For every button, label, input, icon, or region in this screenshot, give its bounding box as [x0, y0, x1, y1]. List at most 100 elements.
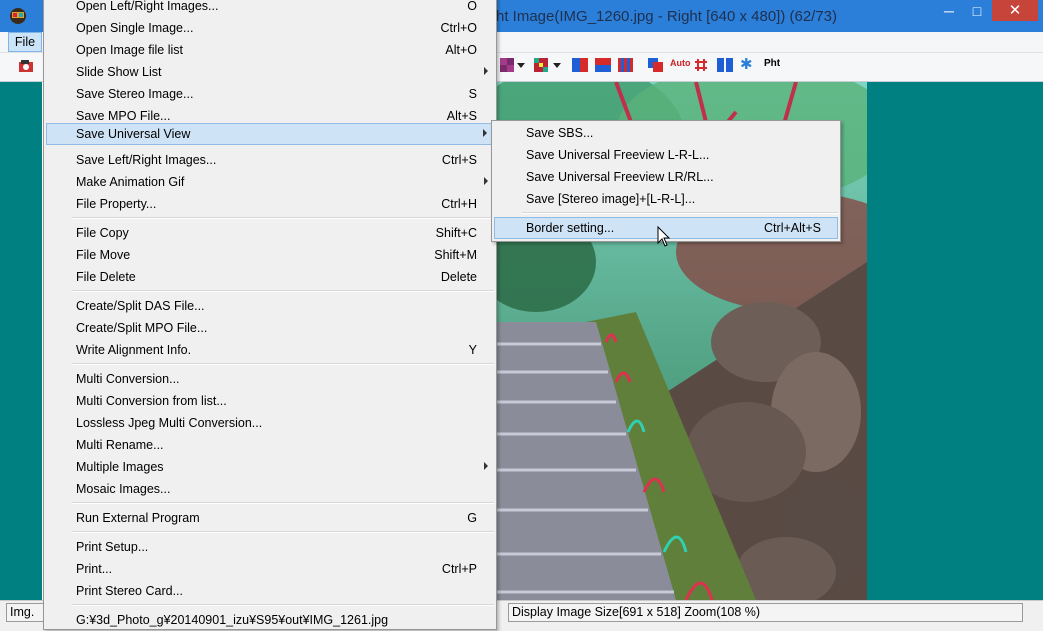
menu-item-print[interactable]: Print... Ctrl+P — [46, 558, 494, 580]
menu-item-label: Mosaic Images... — [76, 482, 171, 496]
menu-item-label: Save MPO File... — [76, 109, 171, 123]
save-universal-view-submenu: Save SBS... Save Universal Freeview L-R-… — [491, 120, 841, 242]
menu-item-label: Multiple Images — [76, 460, 164, 474]
menu-separator — [72, 363, 494, 365]
menu-item-make-animation-gif[interactable]: Make Animation Gif — [46, 171, 494, 193]
menu-item-label: File Move — [76, 248, 131, 262]
menu-item-multi-conversion[interactable]: Multi Conversion... — [46, 368, 494, 390]
status-display-size: Display Image Size[691 x 518] Zoom(108 %… — [508, 603, 1023, 622]
menu-item-recent-file[interactable]: G:¥3d_Photo_g¥20140901_izu¥S95¥out¥IMG_1… — [46, 609, 494, 631]
menu-item-label: Multi Rename... — [76, 438, 164, 452]
app-icon[interactable] — [8, 6, 28, 26]
menu-separator — [72, 290, 494, 292]
split-icon[interactable] — [717, 58, 733, 74]
grid-icon[interactable] — [694, 58, 710, 74]
menu-item-label: Make Animation Gif — [76, 175, 185, 189]
menu-item-file-delete[interactable]: File Delete Delete — [46, 266, 494, 288]
close-button[interactable]: ✕ — [992, 0, 1038, 21]
menu-item-write-alignment-info[interactable]: Write Alignment Info. Y — [46, 339, 494, 361]
mouse-cursor-icon — [657, 225, 671, 248]
menu-item-save-universal-view[interactable]: Save Universal View — [46, 123, 494, 145]
color-pattern-icon[interactable] — [534, 58, 550, 74]
menu-item-shortcut: Delete — [440, 270, 477, 284]
menu-item-label: Slide Show List — [76, 65, 162, 79]
submenu-arrow-icon — [484, 462, 488, 470]
menu-item-print-setup[interactable]: Print Setup... — [46, 536, 494, 558]
menu-item-slide-show-list[interactable]: Slide Show List — [46, 61, 494, 83]
menu-separator — [72, 502, 494, 504]
menu-item-open-image-file-list[interactable]: Open Image file list Alt+O — [46, 39, 494, 61]
menu-item-shortcut: Ctrl+O — [440, 21, 477, 35]
menu-item-shortcut: Ctrl+S — [441, 153, 477, 167]
menu-item-mosaic-images[interactable]: Mosaic Images... — [46, 478, 494, 500]
anaglyph-icon[interactable] — [500, 58, 516, 74]
submenu-arrow-icon — [483, 129, 487, 137]
menu-item-label: Save Universal View — [76, 127, 191, 141]
menu-item-multiple-images[interactable]: Multiple Images — [46, 456, 494, 478]
menu-item-save-stereo-plus-lrl[interactable]: Save [Stereo image]+[L-R-L]... — [494, 188, 838, 210]
menu-item-label: Border setting... — [526, 221, 615, 235]
menu-item-save-sbs[interactable]: Save SBS... — [494, 122, 838, 144]
menu-item-lossless-jpeg-multi[interactable]: Lossless Jpeg Multi Conversion... — [46, 412, 494, 434]
menu-item-shortcut: O — [467, 0, 477, 13]
snowflake-icon[interactable]: ✱ — [740, 57, 756, 74]
menu-item-shortcut: G — [467, 511, 477, 525]
menu-item-file-move[interactable]: File Move Shift+M — [46, 244, 494, 266]
menu-item-shortcut: Ctrl+P — [441, 562, 477, 576]
menu-item-label: G:¥3d_Photo_g¥20140901_izu¥S95¥out¥IMG_1… — [76, 613, 389, 627]
menu-item-open-single-image[interactable]: Open Single Image... Ctrl+O — [46, 17, 494, 39]
menu-item-print-stereo-card[interactable]: Print Stereo Card... — [46, 580, 494, 602]
menu-item-shortcut: S — [468, 87, 477, 101]
side-by-side-icon[interactable] — [572, 58, 588, 74]
menu-separator — [72, 217, 494, 219]
submenu-arrow-icon — [484, 67, 488, 75]
dropdown-arrow-icon[interactable] — [552, 58, 568, 74]
menu-item-shortcut: Alt+O — [445, 43, 477, 57]
status-image-label: Img. — [6, 603, 45, 622]
menu-item-shortcut: Ctrl+Alt+S — [764, 221, 821, 235]
menu-item-label: Save [Stereo image]+[L-R-L]... — [526, 192, 696, 206]
menu-item-label: Print Setup... — [76, 540, 149, 554]
menu-item-label: Save Stereo Image... — [76, 87, 194, 101]
menu-item-open-left-right[interactable]: Open Left/Right Images... O — [46, 0, 494, 17]
dropdown-arrow-icon[interactable] — [516, 58, 532, 74]
menu-item-save-freeview-lrl[interactable]: Save Universal Freeview L-R-L... — [494, 144, 838, 166]
menu-file[interactable]: File — [8, 32, 42, 52]
open-icon[interactable] — [18, 58, 34, 74]
menu-item-label: Save Universal Freeview LR/RL... — [526, 170, 714, 184]
menu-item-label: Multi Conversion... — [76, 372, 180, 386]
menu-item-label: Save Left/Right Images... — [76, 153, 217, 167]
minimize-button[interactable]: ─ — [936, 2, 962, 22]
menu-item-label: Open Left/Right Images... — [76, 0, 219, 13]
menu-item-label: File Delete — [76, 270, 136, 284]
menu-separator — [72, 604, 494, 606]
menu-item-run-external-program[interactable]: Run External Program G — [46, 507, 494, 529]
print-icon[interactable]: Pht — [764, 58, 786, 74]
menu-item-multi-conversion-list[interactable]: Multi Conversion from list... — [46, 390, 494, 412]
interlace-icon[interactable] — [618, 58, 634, 74]
canvas-background — [0, 82, 42, 600]
menu-item-label: Run External Program — [76, 511, 200, 525]
menu-item-label: File Property... — [76, 197, 157, 211]
maximize-button[interactable]: □ — [964, 2, 990, 22]
menu-item-file-property[interactable]: File Property... Ctrl+H — [46, 193, 494, 215]
auto-adjust-icon[interactable]: Auto — [670, 58, 691, 74]
menu-item-label: Print... — [76, 562, 113, 576]
swap-icon[interactable] — [648, 58, 664, 74]
menu-item-label: File Copy — [76, 226, 129, 240]
menu-item-create-split-das[interactable]: Create/Split DAS File... — [46, 295, 494, 317]
menu-item-label: Create/Split DAS File... — [76, 299, 205, 313]
menu-item-label: Multi Conversion from list... — [76, 394, 227, 408]
menu-item-label: Open Image file list — [76, 43, 183, 57]
menu-item-label: Write Alignment Info. — [76, 343, 192, 357]
menu-item-create-split-mpo[interactable]: Create/Split MPO File... — [46, 317, 494, 339]
menu-item-file-copy[interactable]: File Copy Shift+C — [46, 222, 494, 244]
menu-item-save-left-right-images[interactable]: Save Left/Right Images... Ctrl+S — [46, 149, 494, 171]
file-menu: Open Left/Right Images... O Open Single I… — [43, 0, 497, 630]
menu-item-multi-rename[interactable]: Multi Rename... — [46, 434, 494, 456]
menu-item-save-freeview-lr-rl[interactable]: Save Universal Freeview LR/RL... — [494, 166, 838, 188]
menu-item-save-stereo-image[interactable]: Save Stereo Image... S — [46, 83, 494, 105]
menu-item-shortcut: Alt+S — [446, 109, 477, 123]
menu-item-shortcut: Shift+C — [435, 226, 477, 240]
over-under-icon[interactable] — [595, 58, 611, 74]
